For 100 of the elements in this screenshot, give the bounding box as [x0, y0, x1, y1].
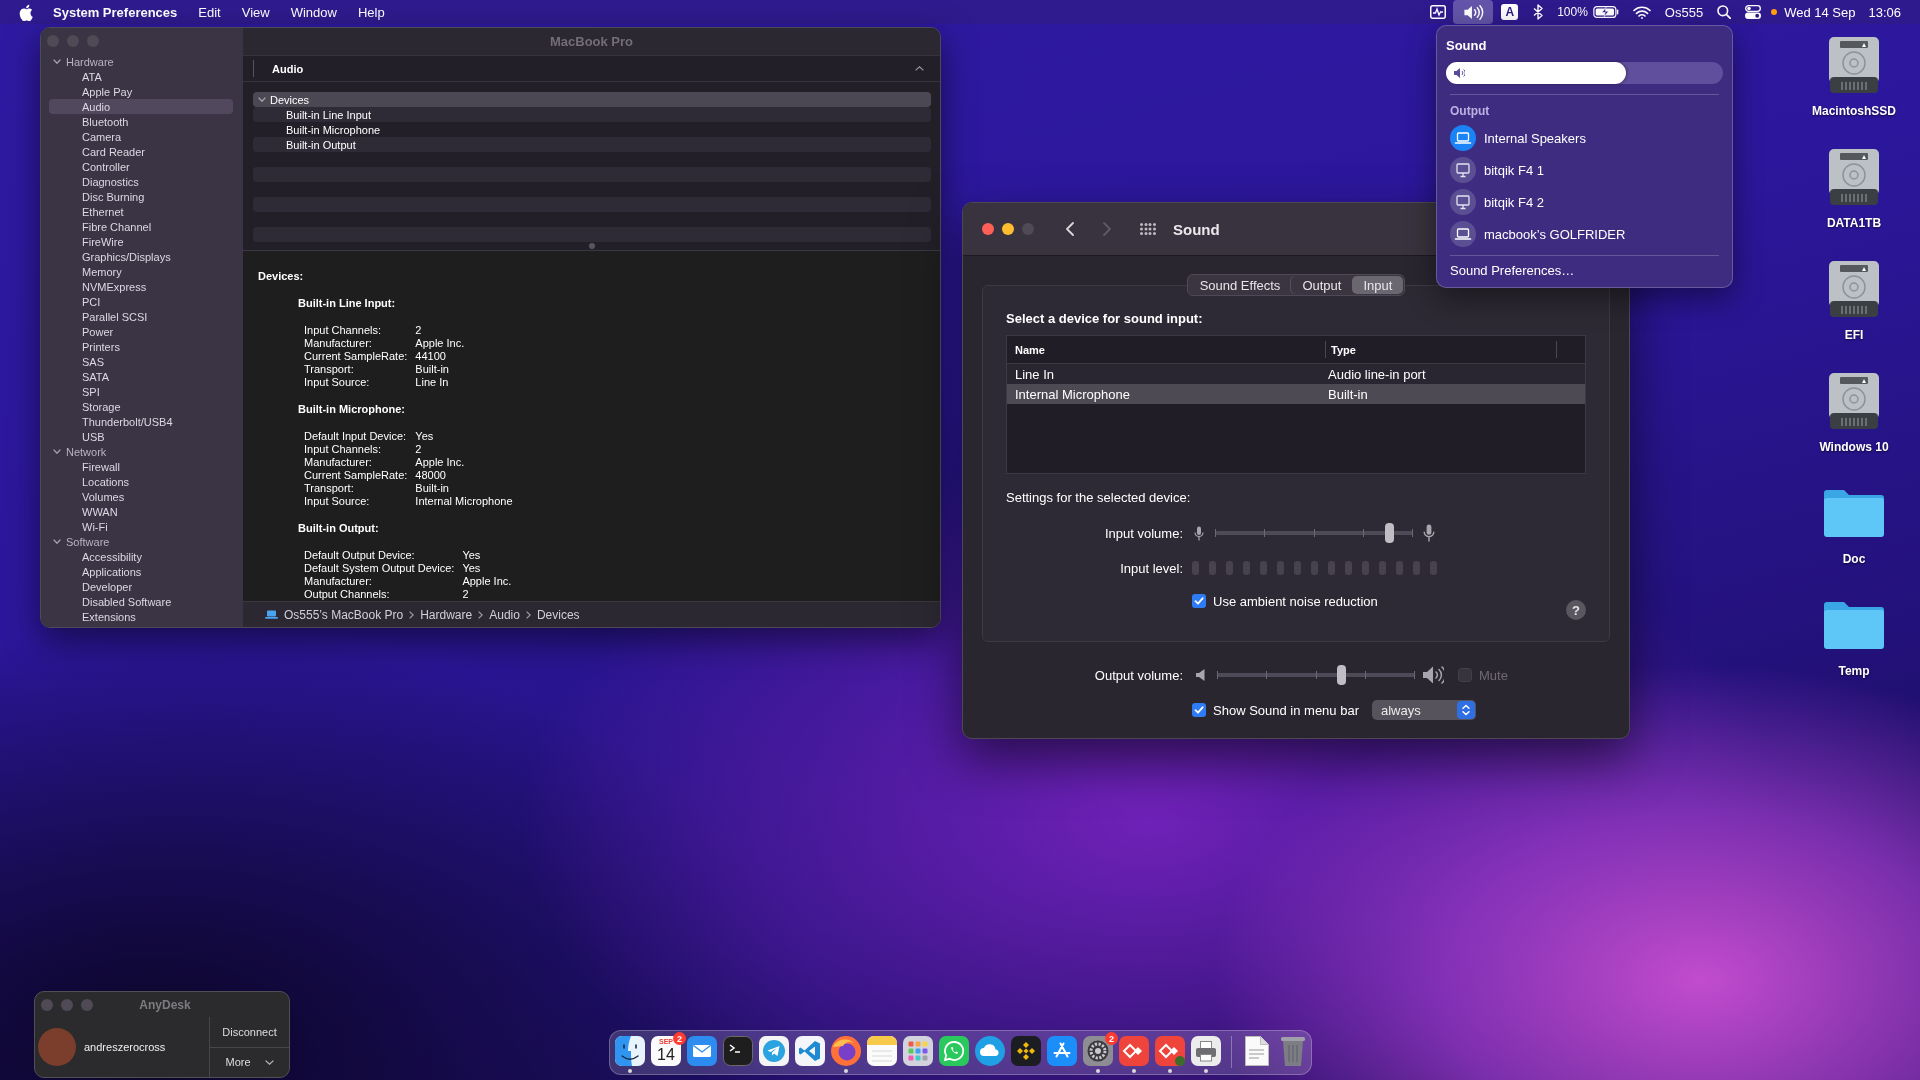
- action-button[interactable]: Disconnect: [210, 1017, 289, 1047]
- sidebar-item[interactable]: NVMExpress: [49, 279, 233, 294]
- document-icon[interactable]: [1245, 1036, 1269, 1066]
- desktop-icon-label[interactable]: DATA1TB: [1826, 216, 1882, 230]
- disclosure-chevron-icon[interactable]: [258, 97, 266, 102]
- code-editor-icon[interactable]: [795, 1036, 825, 1066]
- menu-item[interactable]: Sound Preferences…: [1446, 263, 1723, 279]
- menu-bar-date[interactable]: Wed 14 Sep: [1784, 4, 1856, 20]
- slider-thumb[interactable]: [1337, 665, 1347, 685]
- sidebar-group-label[interactable]: Hardware: [66, 55, 114, 68]
- sidebar-item[interactable]: ATA: [49, 69, 233, 84]
- hard-drive-icon[interactable]: [1829, 37, 1879, 93]
- sidebar-item[interactable]: Bluetooth: [49, 114, 233, 129]
- hard-drive-icon[interactable]: [1829, 373, 1879, 429]
- sidebar-group-label[interactable]: Network: [66, 445, 107, 458]
- menu-item[interactable]: Edit: [198, 4, 221, 20]
- terminal-icon[interactable]: [723, 1036, 753, 1066]
- app-menu[interactable]: System Preferences: [53, 4, 178, 20]
- path-item[interactable]: Os555’s MacBook Pro: [284, 607, 404, 622]
- desktop-icon-label[interactable]: Temp: [1838, 664, 1870, 678]
- apple-logo-icon[interactable]: [19, 3, 33, 21]
- tab[interactable]: Input: [1352, 276, 1404, 294]
- input-volume-slider[interactable]: [1215, 523, 1413, 543]
- disclosure-chevron-icon[interactable]: [53, 59, 61, 64]
- sidebar-group-label[interactable]: Software: [66, 535, 110, 548]
- smiling-face-icon[interactable]: [615, 1036, 645, 1066]
- desktop-icon-label[interactable]: MacintoshSSD: [1812, 104, 1896, 118]
- sidebar-item[interactable]: FireWire: [49, 234, 233, 249]
- drag-handle-icon[interactable]: [588, 243, 595, 249]
- input-source-button[interactable]: A: [1501, 4, 1519, 20]
- checkbox-label[interactable]: Show Sound in menu bar: [1213, 702, 1359, 718]
- output-volume-slider[interactable]: [1217, 665, 1415, 685]
- path-item[interactable]: Audio: [489, 607, 520, 622]
- tab[interactable]: Output: [1291, 276, 1353, 294]
- sidebar-item[interactable]: Fibre Channel: [49, 219, 233, 234]
- checkbox[interactable]: [1192, 594, 1206, 608]
- app-grid-icon[interactable]: [903, 1036, 933, 1066]
- folder-icon[interactable]: [1824, 489, 1884, 537]
- sidebar-item[interactable]: Extensions: [49, 609, 233, 624]
- menu-item[interactable]: Help: [357, 4, 385, 20]
- battery-menu-button[interactable]: 100%: [1550, 0, 1626, 24]
- cloud-icon[interactable]: [975, 1036, 1005, 1066]
- sidebar-item[interactable]: Camera: [49, 129, 233, 144]
- sidebar-item[interactable]: WWAN: [49, 504, 233, 519]
- sidebar-item[interactable]: Firewall: [49, 459, 233, 474]
- desktop-icon-label[interactable]: EFI: [1844, 328, 1864, 342]
- hard-drive-icon[interactable]: [1829, 261, 1879, 317]
- sidebar-item[interactable]: SAS: [49, 354, 233, 369]
- checkbox[interactable]: [1192, 703, 1206, 717]
- globe-flame-icon[interactable]: [831, 1036, 861, 1066]
- device-list-item[interactable]: Devices: [253, 92, 931, 107]
- sidebar-item[interactable]: SATA: [49, 369, 233, 384]
- sidebar-item[interactable]: Applications: [49, 564, 233, 579]
- output-device-item[interactable]: bitqik F4 2: [1446, 186, 1723, 218]
- sidebar-item[interactable]: Printers: [49, 339, 233, 354]
- sidebar-item[interactable]: Ethernet: [49, 204, 233, 219]
- desktop-icon-label[interactable]: Doc: [1842, 552, 1866, 566]
- sidebar-item[interactable]: Disabled Software: [49, 594, 233, 609]
- sidebar-item[interactable]: USB: [49, 429, 233, 444]
- checkbox-label[interactable]: Use ambient noise reduction: [1213, 593, 1378, 609]
- sidebar-item[interactable]: SPI: [49, 384, 233, 399]
- device-list-item[interactable]: Built-in Output: [253, 137, 931, 152]
- device-list-item[interactable]: Built-in Line Input: [253, 107, 931, 122]
- output-device-item[interactable]: Internal Speakers: [1446, 122, 1723, 154]
- output-device-item[interactable]: macbook’s GOLFRIDER: [1446, 218, 1723, 250]
- sidebar-item[interactable]: Card Reader: [49, 144, 233, 159]
- help-button[interactable]: ?: [1566, 600, 1586, 620]
- sidebar-item[interactable]: Diagnostics: [49, 174, 233, 189]
- menu-button[interactable]: More: [210, 1046, 289, 1077]
- slider-thumb[interactable]: [1384, 523, 1394, 543]
- sidebar-item[interactable]: Memory: [49, 264, 233, 279]
- back-button[interactable]: [1066, 222, 1074, 236]
- volume-fill[interactable]: [1446, 62, 1627, 84]
- table-row[interactable]: Line In Audio line-in port: [1007, 364, 1585, 384]
- show-all-grid-icon[interactable]: [1140, 223, 1156, 235]
- close-button[interactable]: [982, 223, 994, 235]
- sidebar-item[interactable]: Volumes: [49, 489, 233, 504]
- folder-icon[interactable]: [1824, 601, 1884, 649]
- collapse-chevron-icon[interactable]: [915, 66, 924, 71]
- disclosure-chevron-icon[interactable]: [53, 539, 61, 544]
- minimize-button[interactable]: [1002, 223, 1014, 235]
- sidebar-item[interactable]: Power: [49, 324, 233, 339]
- sidebar-item[interactable]: Accessibility: [49, 549, 233, 564]
- sidebar-item[interactable]: Locations: [49, 474, 233, 489]
- sidebar-item[interactable]: Controller: [49, 159, 233, 174]
- desktop-icon-label[interactable]: Windows 10: [1819, 440, 1889, 454]
- sidebar-item[interactable]: Graphics/Displays: [49, 249, 233, 264]
- table-row[interactable]: Internal Microphone Built-in: [1007, 384, 1585, 404]
- tab[interactable]: Sound Effects: [1188, 276, 1292, 294]
- user-menu-button[interactable]: Os555: [1657, 0, 1711, 24]
- trash-icon[interactable]: [1281, 1036, 1305, 1066]
- diamond-pattern-icon[interactable]: [1011, 1036, 1041, 1066]
- sidebar-item[interactable]: Storage: [49, 399, 233, 414]
- pencil-brush-icon[interactable]: [1047, 1036, 1077, 1066]
- volume-menu-button[interactable]: [1453, 0, 1494, 24]
- sidebar-item[interactable]: PCI: [49, 294, 233, 309]
- hard-drive-icon[interactable]: [1829, 149, 1879, 205]
- sidebar-item[interactable]: Disc Burning: [49, 189, 233, 204]
- sidebar-item[interactable]: Developer: [49, 579, 233, 594]
- sidebar-item[interactable]: Wi-Fi: [49, 519, 233, 534]
